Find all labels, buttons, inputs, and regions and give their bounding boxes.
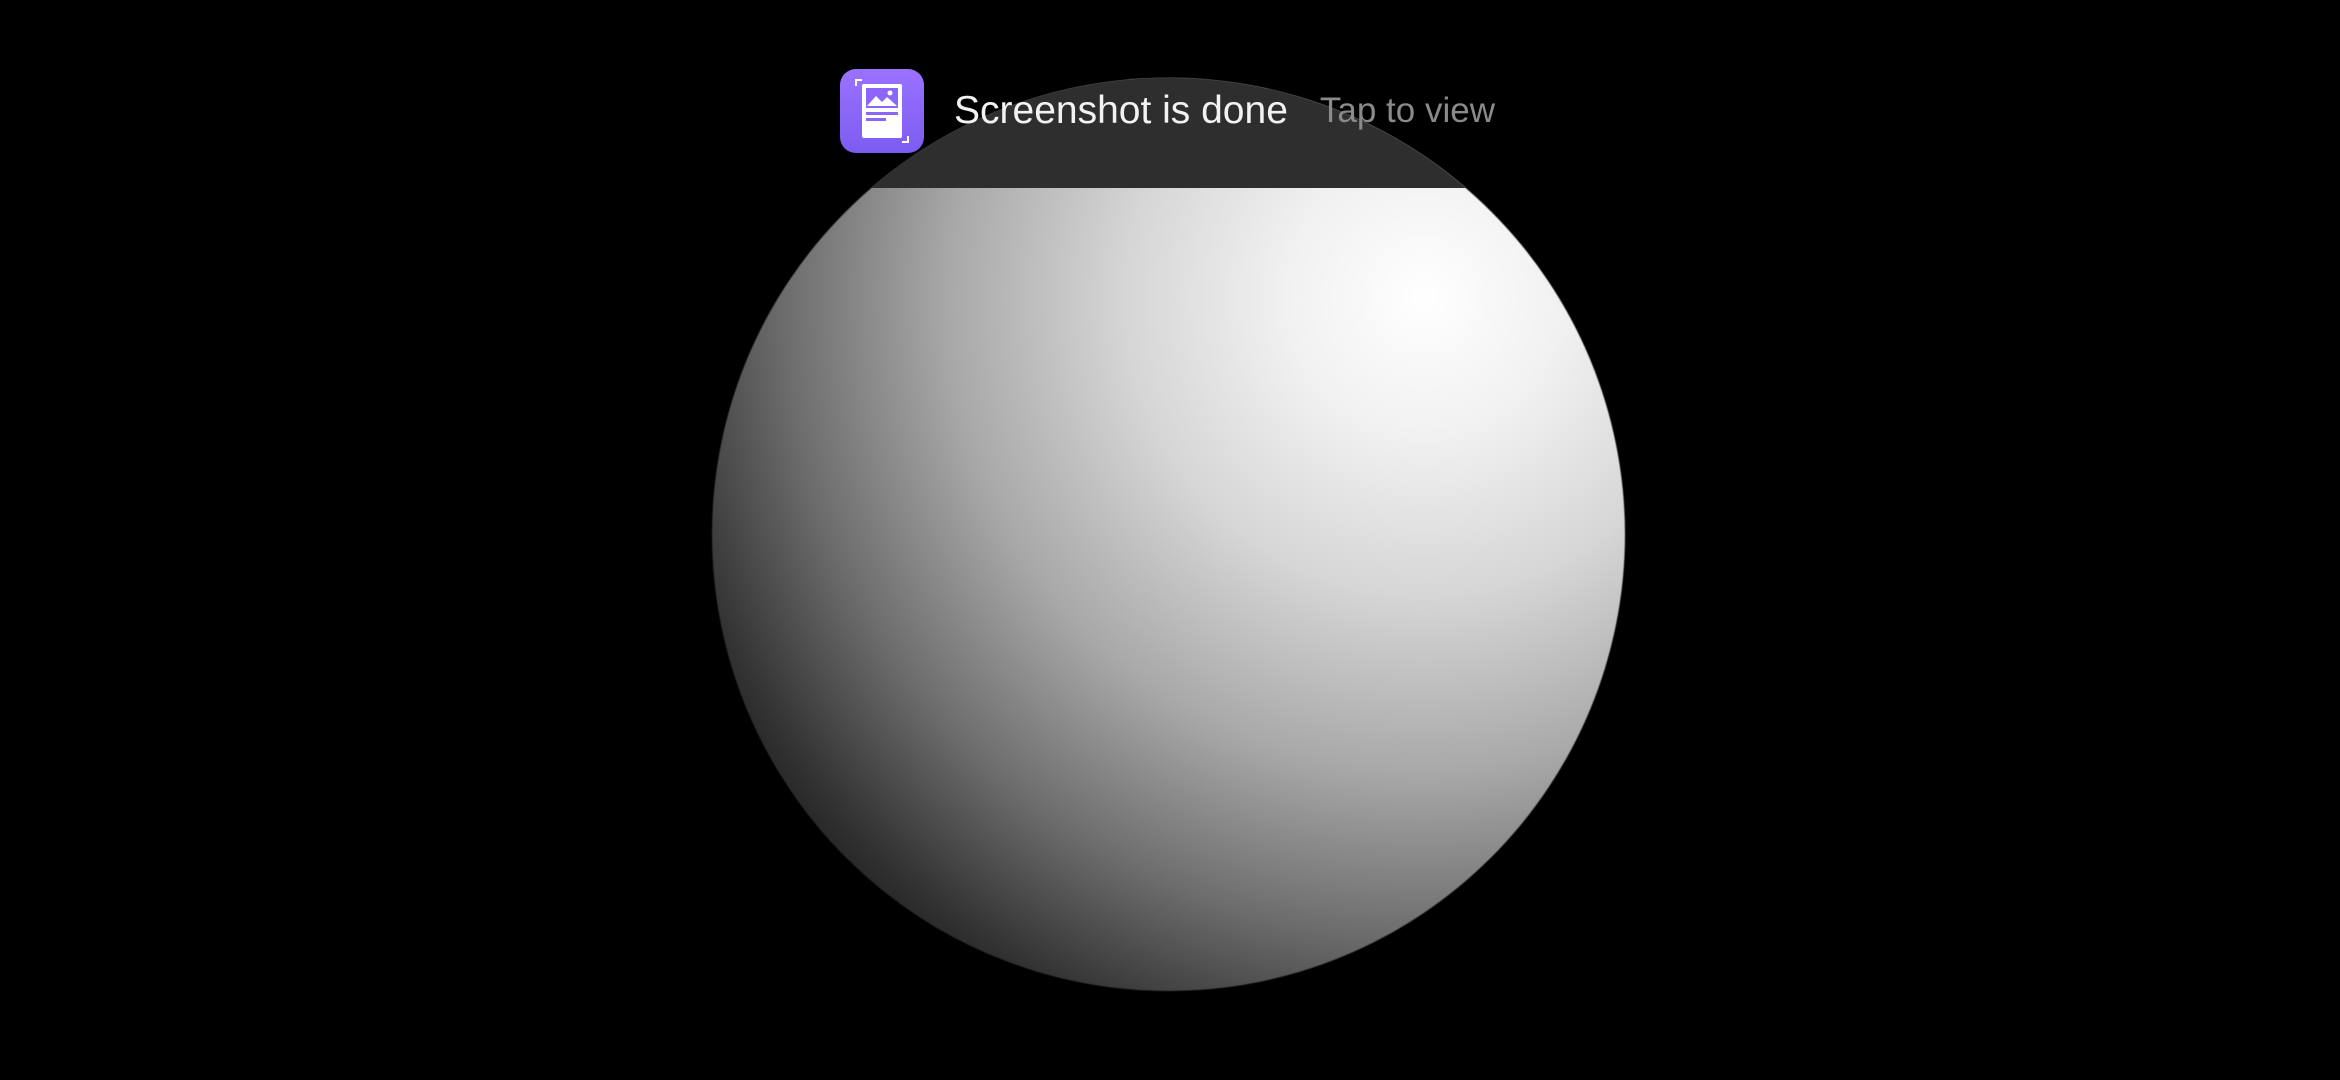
tap-to-view-link[interactable]: Tap to view — [1320, 91, 1495, 131]
screenshot-toast[interactable]: Screenshot is done Tap to view — [840, 68, 1495, 154]
rendered-sphere — [712, 78, 1625, 991]
screenshot-icon — [840, 69, 924, 153]
screenshot-glyph-icon — [855, 79, 909, 143]
toast-title: Screenshot is done — [954, 89, 1288, 132]
render-viewport[interactable]: Screenshot is done Tap to view — [0, 0, 2340, 1080]
